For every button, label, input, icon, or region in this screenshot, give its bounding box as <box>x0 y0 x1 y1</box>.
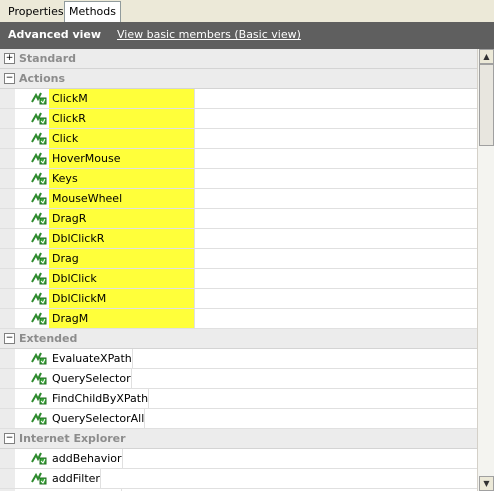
method-row[interactable]: Drag <box>0 249 477 269</box>
vertical-scrollbar[interactable]: ▲ ▼ <box>477 49 494 491</box>
row-gutter <box>0 449 15 468</box>
method-icon <box>31 452 47 465</box>
basic-view-link[interactable]: View basic members (Basic view) <box>117 28 301 41</box>
collapse-icon[interactable]: − <box>4 333 15 344</box>
row-gutter <box>0 269 15 288</box>
method-icon <box>31 92 47 105</box>
method-name[interactable]: FindChildByXPath <box>49 389 150 408</box>
expand-icon[interactable]: + <box>4 53 15 64</box>
method-icon <box>31 392 47 405</box>
collapse-icon[interactable]: − <box>4 433 15 444</box>
method-row[interactable]: addFilter <box>0 469 477 489</box>
row-gutter <box>0 389 15 408</box>
category-standard[interactable]: + Standard <box>0 49 477 69</box>
collapse-icon[interactable]: − <box>4 73 15 84</box>
method-icon <box>31 372 47 385</box>
row-gutter <box>0 409 15 428</box>
row-gutter <box>0 469 15 488</box>
method-icon <box>31 252 47 265</box>
row-gutter <box>0 209 15 228</box>
category-label: Actions <box>19 72 65 85</box>
method-name[interactable]: QuerySelector <box>49 369 132 388</box>
method-row[interactable]: DragR <box>0 209 477 229</box>
category-label: Internet Explorer <box>19 432 126 445</box>
method-name[interactable]: DragR <box>49 209 195 228</box>
method-icon <box>31 132 47 145</box>
row-gutter <box>0 229 15 248</box>
row-gutter <box>0 369 15 388</box>
method-name[interactable]: DblClickM <box>49 289 195 308</box>
row-gutter <box>0 89 15 108</box>
category-label: Extended <box>19 332 78 345</box>
method-icon <box>31 472 47 485</box>
category-actions[interactable]: − Actions <box>0 69 477 89</box>
method-name[interactable]: ClickR <box>49 109 195 128</box>
method-icon <box>31 192 47 205</box>
scroll-up-arrow-icon[interactable]: ▲ <box>479 49 494 64</box>
method-icon <box>31 312 47 325</box>
row-gutter <box>0 289 15 308</box>
method-name[interactable]: DragM <box>49 309 195 328</box>
method-icon <box>31 212 47 225</box>
row-gutter <box>0 129 15 148</box>
method-icon <box>31 172 47 185</box>
method-row[interactable]: FindChildByXPath <box>0 389 477 409</box>
method-name[interactable]: QuerySelectorAll <box>49 409 146 428</box>
method-name[interactable]: DblClickR <box>49 229 195 248</box>
tab-methods[interactable]: Methods <box>64 1 121 23</box>
method-row[interactable]: DblClick <box>0 269 477 289</box>
view-title: Advanced view <box>8 28 102 41</box>
method-name[interactable]: Click <box>49 129 195 148</box>
method-name[interactable]: DblClick <box>49 269 195 288</box>
method-name[interactable]: addFilter <box>49 469 101 488</box>
category-label: Standard <box>19 52 77 65</box>
method-row[interactable]: addBehavior <box>0 449 477 469</box>
tab-properties[interactable]: Properties <box>4 3 68 21</box>
scroll-down-arrow-icon[interactable]: ▼ <box>479 476 494 491</box>
method-name[interactable]: HoverMouse <box>49 149 195 168</box>
method-name[interactable]: MouseWheel <box>49 189 195 208</box>
row-gutter <box>0 149 15 168</box>
method-name[interactable]: EvaluateXPath <box>49 349 133 368</box>
method-name[interactable]: ClickM <box>49 89 195 108</box>
method-icon <box>31 152 47 165</box>
method-row[interactable]: DblClickR <box>0 229 477 249</box>
method-name[interactable]: addBehavior <box>49 449 123 468</box>
method-icon <box>31 272 47 285</box>
method-icon <box>31 112 47 125</box>
method-row[interactable]: QuerySelectorAll <box>0 409 477 429</box>
method-icon <box>31 352 47 365</box>
row-gutter <box>0 109 15 128</box>
category-extended[interactable]: − Extended <box>0 329 477 349</box>
method-icon <box>31 232 47 245</box>
row-gutter <box>0 249 15 268</box>
tab-strip: Properties Methods <box>0 0 494 23</box>
method-icon <box>31 292 47 305</box>
row-gutter <box>0 309 15 328</box>
method-row[interactable]: QuerySelector <box>0 369 477 389</box>
method-name[interactable]: Keys <box>49 169 195 188</box>
row-gutter <box>0 189 15 208</box>
category-ie[interactable]: − Internet Explorer <box>0 429 477 449</box>
method-row[interactable]: HoverMouse <box>0 149 477 169</box>
view-header: Advanced view View basic members (Basic … <box>0 22 494 49</box>
method-row[interactable]: DragM <box>0 309 477 329</box>
methods-grid: + Standard − Actions ClickM ClickR Click HoverM… <box>0 49 477 491</box>
method-row[interactable]: ClickM <box>0 89 477 109</box>
row-gutter <box>0 169 15 188</box>
method-row[interactable]: ClickR <box>0 109 477 129</box>
method-row[interactable]: Click <box>0 129 477 149</box>
scrollbar-thumb[interactable] <box>479 64 494 146</box>
method-row[interactable]: DblClickM <box>0 289 477 309</box>
method-row[interactable]: EvaluateXPath <box>0 349 477 369</box>
method-icon <box>31 412 47 425</box>
method-row[interactable]: MouseWheel <box>0 189 477 209</box>
row-gutter <box>0 349 15 368</box>
method-name[interactable]: Drag <box>49 249 195 268</box>
method-row[interactable]: Keys <box>0 169 477 189</box>
